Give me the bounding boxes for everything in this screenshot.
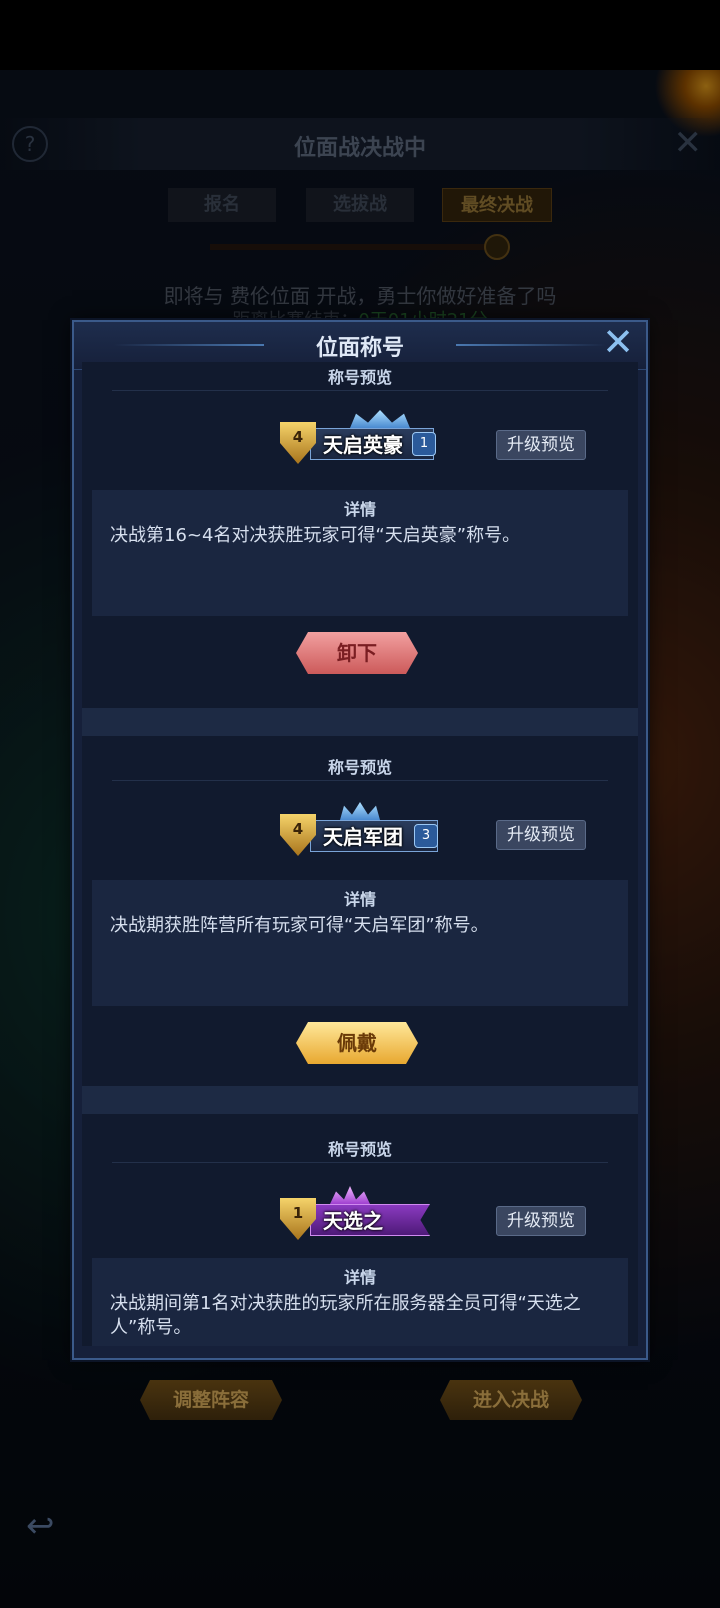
crown-icon: [330, 1186, 370, 1204]
title-list[interactable]: 称号预览 天启英豪 4 1 升级预览 详情 决战第16~4名对决获胜玩家可得“天…: [82, 362, 638, 1346]
header-ornament-right: [456, 344, 606, 346]
title-badge: 天选之人 1: [280, 1186, 430, 1244]
divider: [112, 780, 608, 781]
detail-text: 决战第16~4名对决获胜玩家可得“天启英豪”称号。: [110, 525, 521, 546]
title-badge-name: 天选之人: [310, 1204, 430, 1236]
upgrade-preview-button[interactable]: 升级预览: [496, 1206, 586, 1236]
unequip-button[interactable]: 卸下: [296, 632, 418, 674]
crown-icon: [340, 802, 380, 820]
title-card: 称号预览 天启英豪 4 1 升级预览 详情 决战第16~4名对决获胜玩家可得“天…: [82, 362, 638, 736]
card-separator: [82, 1086, 638, 1114]
detail-label: 详情: [343, 1268, 376, 1287]
card-separator: [82, 708, 638, 736]
level-gem-icon: 3: [414, 824, 438, 848]
detail-text: 决战期间第1名对决获胜的玩家所在服务器全员可得“天选之人”称号。: [110, 1293, 581, 1338]
upgrade-preview-button[interactable]: 升级预览: [496, 820, 586, 850]
status-bar: [0, 0, 720, 70]
preview-label: 称号预览: [327, 1140, 392, 1159]
detail-label: 详情: [343, 500, 376, 519]
title-modal: 位面称号 ✕ 称号预览 天启英豪 4 1 升级预览 详情 决战第16~4名对决获…: [72, 320, 648, 1360]
detail-box: 详情 决战期获胜阵营所有玩家可得“天启军团”称号。: [92, 880, 628, 1006]
crown-icon: [350, 410, 410, 428]
title-card: 称号预览 天启军团 4 3 升级预览 详情 决战期获胜阵营所有玩家可得“天启军团…: [82, 736, 638, 1086]
level-gem-icon: 1: [412, 432, 436, 456]
preview-label: 称号预览: [327, 758, 392, 777]
detail-label: 详情: [343, 890, 376, 909]
preview-label: 称号预览: [327, 368, 392, 387]
title-badge: 天启英豪 4 1: [280, 410, 450, 468]
enter-battle-button[interactable]: 进入决战: [440, 1380, 582, 1420]
divider: [112, 1162, 608, 1163]
close-icon[interactable]: ✕: [598, 322, 638, 362]
title-badge: 天启军团 4 3: [280, 802, 450, 860]
detail-text: 决战期获胜阵营所有玩家可得“天启军团”称号。: [110, 915, 489, 936]
detail-box: 详情 决战第16~4名对决获胜玩家可得“天启英豪”称号。: [92, 490, 628, 616]
back-arrow-icon[interactable]: ↩: [26, 1506, 55, 1546]
equip-button[interactable]: 佩戴: [296, 1022, 418, 1064]
upgrade-preview-button[interactable]: 升级预览: [496, 430, 586, 460]
modal-title: 位面称号: [315, 335, 404, 361]
divider: [112, 390, 608, 391]
title-card: 称号预览 天选之人 1 升级预览 详情 决战期间第1名对决获胜的玩家所在服务器全…: [82, 1114, 638, 1346]
adjust-lineup-button[interactable]: 调整阵容: [140, 1380, 282, 1420]
detail-box: 详情 决战期间第1名对决获胜的玩家所在服务器全员可得“天选之人”称号。: [92, 1258, 628, 1346]
